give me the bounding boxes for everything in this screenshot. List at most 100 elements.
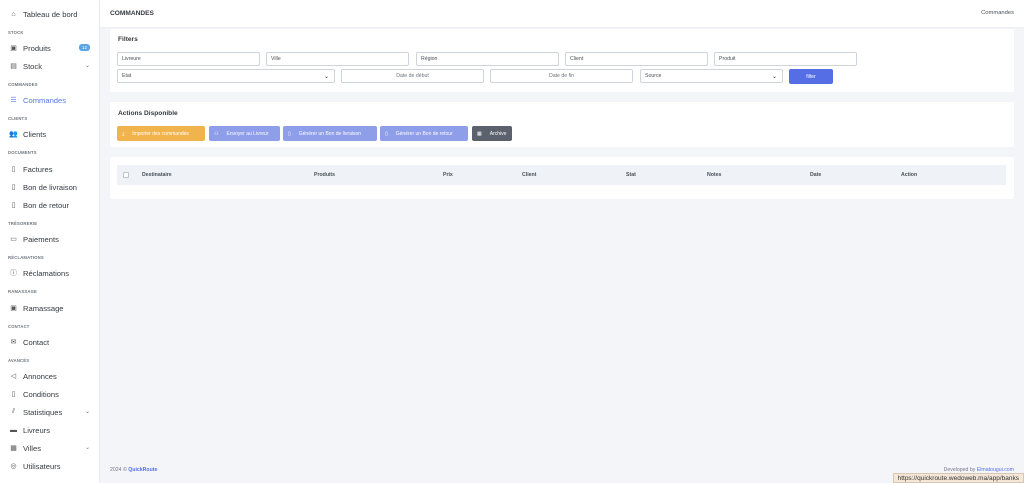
sidebar-item-label: Bon de livraison [23,182,78,192]
sidebar-item-label: Ramassage [23,303,64,313]
document-icon: ▯ [288,130,291,137]
chevron-down-icon: ⌄ [771,74,777,80]
etat-select[interactable]: Etat ⌄ [117,69,335,83]
generate-return-note-label: Générer un Bon de retour [395,130,453,137]
warehouse-icon: ▤ [10,63,17,70]
sidebar-item-label: Tableau de bord [23,9,78,19]
chevron-down-icon: ⌄ [84,445,90,451]
sidebar-item-label: Contact [23,337,50,347]
sidebar-item-paiements[interactable]: ▭ Paiements [0,230,99,248]
sidebar-item-livreurs[interactable]: ▬ Livreurs [0,421,99,439]
date-debut-input[interactable]: Date de début [341,69,484,83]
sidebar-item-clients[interactable]: 👥 Clients [0,125,99,143]
sidebar-item-label: Annonces [23,371,57,381]
document-icon: ▯ [11,202,16,209]
archive-label: Archive [489,130,507,137]
chevron-down-icon: ⌄ [84,63,90,69]
brand-name: QuickRoute [128,467,158,473]
user-icon: ⚇ [214,130,219,137]
sidebar-item-label: Factures [23,164,53,174]
sidebar-item-label: Conditions [23,389,59,399]
date-fin-input[interactable]: Date de fin [490,69,633,83]
sidebar-item-villes[interactable]: ▦ Villes ⌄ [0,439,99,457]
sidebar-item-contact[interactable]: ✉ Contact [0,333,99,351]
table-header: Destinataire Produits Prix Client Stat N… [117,165,1006,185]
sidebar-section-avances: AVANCÉS [8,358,30,363]
send-to-livreur-label: Envoyer au Livreur [226,130,269,137]
column-date[interactable]: Date [810,172,821,178]
home-icon: ⌂ [11,10,16,18]
calendar-icon: ▦ [477,130,482,137]
sidebar-item-label: Villes [23,443,42,453]
client-input[interactable]: Client [565,52,708,66]
etat-select-value: Etat [122,73,132,79]
sidebar-item-reclamations[interactable]: ⓘ Réclamations [0,264,99,282]
column-client[interactable]: Client [522,172,536,178]
send-to-livreur-button[interactable]: ⚇ Envoyer au Livreur [209,126,280,141]
filter-list-icon: ☰ [10,97,17,104]
sidebar-item-label: Livreurs [23,425,51,435]
column-destinataire[interactable]: Destinataire [142,172,172,178]
sidebar-item-ramassage[interactable]: ▣ Ramassage [0,299,99,317]
sidebar-item-utilisateurs[interactable]: ◎ Utilisateurs [0,457,99,475]
select-all-checkbox[interactable] [123,172,129,178]
source-select[interactable]: Source ⌄ [640,69,783,83]
sidebar-section-commandes: COMMANDES [8,82,38,87]
sidebar-section-contact: CONTACT [8,324,30,329]
sidebar-item-label: Réclamations [23,268,70,278]
sidebar-item-label: Statistiques [23,407,63,417]
sidebar-item-produits[interactable]: ▣ Produits 12 [0,39,99,57]
sidebar-item-bon-retour[interactable]: ▯ Bon de retour [0,196,99,214]
browser-status-url: https://quickroute.wedoweb.ma/app/banks [892,473,1024,483]
building-icon: ▦ [10,445,17,452]
actions-card: Actions Disponible ⤓ Importer des comman… [110,102,1014,147]
chevron-down-icon: ⌄ [84,409,90,415]
source-select-value: Source [645,73,662,79]
sidebar-item-statistiques[interactable]: ⫽ Statistiques ⌄ [0,403,99,421]
column-stat[interactable]: Stat [626,172,636,178]
sidebar-item-label: Clients [23,129,47,139]
import-orders-button[interactable]: ⤓ Importer des commandes [117,126,205,141]
sidebar-item-label: Paiements [23,234,59,244]
sidebar-section-reclamations: RÉCLAMATIONS [8,255,44,260]
sidebar-section-ramassage: RAMASSAGE [8,289,38,294]
sidebar-item-bon-livraison[interactable]: ▯ Bon de livraison [0,178,99,196]
column-action[interactable]: Action [901,172,917,178]
sidebar-item-label: Utilisateurs [23,461,61,471]
generate-return-note-button[interactable]: ▯ Générer un Bon de retour [380,126,468,141]
archive-button[interactable]: ▦ Archive [472,126,512,141]
topbar: COMMANDES Commandes [100,0,1024,27]
sidebar-item-dashboard[interactable]: ⌂ Tableau de bord [0,5,99,23]
import-orders-label: Importer des commandes [132,130,189,137]
region-input[interactable]: Région [416,52,559,66]
sidebar-item-label: Stock [23,61,42,71]
sidebar-section-documents: DOCUMENTS [8,150,37,155]
column-produits[interactable]: Produits [314,172,335,178]
document-icon: ▯ [11,391,16,398]
filters-card: Filters Livreure Ville Région Client Pro… [110,29,1014,92]
produit-input[interactable]: Produit [714,52,857,66]
copyright-text: 2024 © [110,467,129,473]
sidebar-section-tresorerie: TRÉSORERIE [8,221,38,226]
orders-table-card: Destinataire Produits Prix Client Stat N… [110,157,1014,199]
page-title: COMMANDES [110,10,154,17]
chevron-down-icon: ⌄ [323,74,329,80]
breadcrumb[interactable]: Commandes [981,10,1014,16]
truck-icon: ▬ [10,426,17,434]
money-icon: ▭ [10,236,17,243]
footer-copyright: 2024 © QuickRoute [110,467,157,473]
sidebar-section-clients: CLIENTS [8,116,28,121]
sidebar-item-stock[interactable]: ▤ Stock ⌄ [0,57,99,75]
ville-input[interactable]: Ville [266,52,409,66]
sidebar-item-annonces[interactable]: ◁ Annonces [0,367,99,385]
column-notes[interactable]: Notes [707,172,721,178]
generate-delivery-note-button[interactable]: ▯ Générer un Bon de livraison [283,126,377,141]
column-prix[interactable]: Prix [443,172,453,178]
filters-title: Filters [118,36,138,43]
livreur-input[interactable]: Livreure [117,52,260,66]
box-icon: ▣ [10,45,17,52]
sidebar-item-commandes[interactable]: ☰ Commandes [0,91,99,109]
sidebar-item-conditions[interactable]: ▯ Conditions [0,385,99,403]
sidebar-item-factures[interactable]: ▯ Factures [0,160,99,178]
filter-button[interactable]: filter [789,69,833,84]
